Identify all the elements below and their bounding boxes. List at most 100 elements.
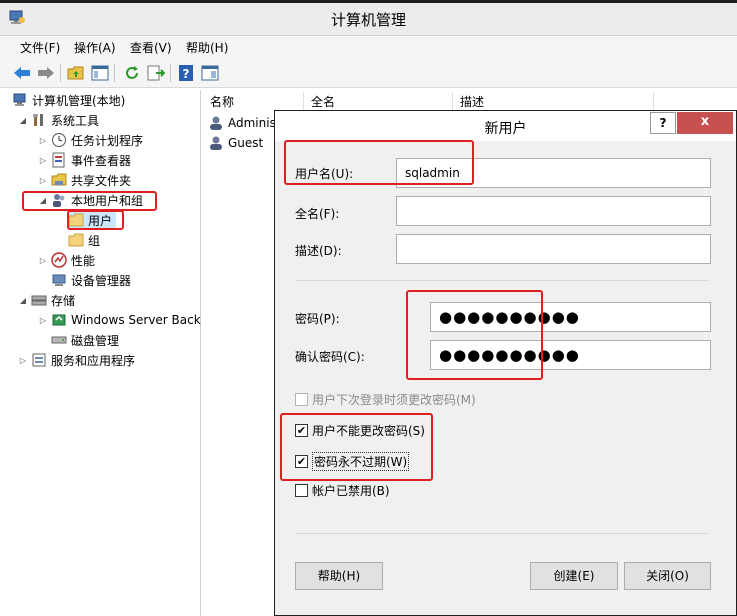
tree-label: 计算机管理(本地)	[32, 93, 126, 108]
tree-label: 设备管理器	[71, 273, 132, 288]
option-account-disabled[interactable]: 帐户已禁用(B)	[295, 482, 390, 499]
column-header-fullname[interactable]: 全名	[305, 92, 453, 112]
window-title-bar: 计算机管理	[0, 0, 737, 36]
up-folder-icon[interactable]	[66, 63, 86, 83]
help-icon[interactable]: ?	[176, 63, 196, 83]
tree-item-system-tools[interactable]: ◢ 系统工具	[18, 110, 99, 130]
close-button[interactable]: 关闭(O)	[624, 562, 711, 590]
users-group-icon	[51, 192, 67, 208]
collapse-arrow-icon[interactable]: ◢	[18, 116, 28, 125]
tree-item-users[interactable]: 用户	[68, 210, 117, 230]
option-cannot-change-password[interactable]: ✔ 用户不能更改密码(S)	[295, 422, 425, 439]
tree-item-local-users-groups[interactable]: ◢ 本地用户和组	[38, 190, 143, 210]
expand-arrow-icon[interactable]: ▷	[38, 316, 48, 325]
clock-icon	[51, 132, 67, 148]
tree-item-task-scheduler[interactable]: ▷ 任务计划程序	[38, 130, 143, 150]
user-icon	[208, 135, 224, 151]
toolbar-separator	[114, 64, 115, 82]
option-password-never-expires[interactable]: ✔ 密码永不过期(W)	[295, 452, 410, 471]
expand-arrow-icon[interactable]: ▷	[38, 136, 48, 145]
backup-icon	[51, 312, 67, 328]
username-input[interactable]: sqladmin	[396, 158, 711, 188]
device-manager-icon	[51, 272, 67, 288]
collapse-arrow-icon[interactable]: ◢	[38, 196, 48, 205]
folder-icon	[68, 212, 84, 228]
forward-icon[interactable]	[36, 63, 56, 83]
list-item-user[interactable]: Guest	[208, 133, 263, 153]
tree-item-windows-server-backup[interactable]: ▷ Windows Server Back	[38, 310, 201, 330]
tree-item-services-apps[interactable]: ▷ 服务和应用程序	[18, 350, 135, 370]
dialog-body: 用户名(U): sqladmin 全名(F): 描述(D): 密码(P): ●●…	[275, 141, 736, 615]
menu-view[interactable]: 查看(V)	[128, 39, 174, 56]
expand-arrow-icon[interactable]: ▷	[38, 156, 48, 165]
menu-file[interactable]: 文件(F)	[18, 39, 62, 56]
password-input[interactable]: ●●●●●●●●●●	[430, 302, 711, 332]
tree-item-disk-management[interactable]: 磁盘管理	[51, 330, 119, 350]
checkbox-checked[interactable]: ✔	[295, 455, 308, 468]
folder-icon	[68, 232, 84, 248]
list-item-label: Administ	[228, 116, 281, 130]
new-user-dialog: 新用户 ? x 用户名(U): sqladmin 全名(F): 描述(D): 密…	[274, 110, 737, 616]
checkbox[interactable]	[295, 484, 308, 497]
checkbox-label: 用户下次登录时须更改密码(M)	[312, 393, 476, 407]
tree-item-shared-folders[interactable]: ▷ 共享文件夹	[38, 170, 131, 190]
checkbox[interactable]	[295, 393, 308, 406]
tree-item-storage[interactable]: ◢ 存储	[18, 290, 75, 310]
dialog-help-button[interactable]: ?	[650, 112, 676, 134]
expand-arrow-icon[interactable]: ▷	[38, 176, 48, 185]
description-label: 描述(D):	[295, 244, 342, 258]
checkbox-label: 用户不能更改密码(S)	[312, 424, 425, 438]
storage-icon	[31, 292, 47, 308]
dialog-title-bar: 新用户 ? x	[275, 111, 736, 141]
show-hide-tree-icon[interactable]	[90, 63, 110, 83]
expand-arrow-icon[interactable]: ▷	[38, 256, 48, 265]
toolbar-separator	[170, 64, 171, 82]
tree-label: 任务计划程序	[71, 133, 144, 148]
properties-icon[interactable]	[200, 63, 220, 83]
navigation-tree: 计算机管理(本地) ◢ 系统工具 ▷ 任务计划程序 ▷ 事件查看器 ▷ 共享文件…	[8, 90, 201, 616]
expand-arrow-icon[interactable]: ▷	[18, 356, 28, 365]
list-item-label: Guest	[228, 136, 264, 150]
checkbox-label: 帐户已禁用(B)	[312, 484, 390, 498]
create-button[interactable]: 创建(E)	[530, 562, 618, 590]
collapse-arrow-icon[interactable]: ◢	[18, 296, 28, 305]
tree-label: 事件查看器	[71, 153, 132, 168]
refresh-icon[interactable]	[122, 63, 142, 83]
tree-label: 系统工具	[51, 113, 100, 128]
toolbar: ?	[0, 58, 737, 88]
list-item-user[interactable]: Administ	[208, 113, 281, 133]
help-button[interactable]: 帮助(H)	[295, 562, 383, 590]
tree-label: 组	[88, 233, 101, 248]
checkbox-checked[interactable]: ✔	[295, 424, 308, 437]
event-viewer-icon	[51, 152, 67, 168]
shared-folder-icon	[51, 172, 67, 188]
tree-item-device-manager[interactable]: 设备管理器	[51, 270, 131, 290]
disk-management-icon	[51, 332, 67, 348]
column-header-name[interactable]: 名称	[204, 92, 304, 112]
tree-label: Windows Server Back	[71, 313, 201, 327]
tree-item-groups[interactable]: 组	[68, 230, 100, 250]
tree-label: 磁盘管理	[71, 333, 120, 348]
fullname-input[interactable]	[396, 196, 711, 226]
checkbox-label: 密码永不过期(W)	[312, 452, 410, 471]
column-header-description[interactable]: 描述	[454, 92, 654, 112]
confirm-password-input[interactable]: ●●●●●●●●●●	[430, 340, 711, 370]
menu-action[interactable]: 操作(A)	[72, 39, 118, 56]
tree-label: 服务和应用程序	[51, 353, 136, 368]
title-bar-edge	[0, 0, 737, 3]
separator	[295, 280, 709, 281]
tree-label: 存储	[51, 293, 76, 308]
tree-label: 共享文件夹	[71, 173, 132, 188]
description-input[interactable]	[396, 234, 711, 264]
tree-item-performance[interactable]: ▷ 性能	[38, 250, 95, 270]
tree-item-computer-management[interactable]: 计算机管理(本地)	[12, 90, 125, 110]
export-list-icon[interactable]	[146, 63, 166, 83]
back-icon[interactable]	[12, 63, 32, 83]
window-title: 计算机管理	[330, 11, 406, 29]
dialog-close-button[interactable]: x	[677, 112, 733, 134]
tree-label: 本地用户和组	[71, 193, 144, 208]
option-change-password-at-logon[interactable]: 用户下次登录时须更改密码(M)	[295, 391, 476, 408]
fullname-label: 全名(F):	[295, 207, 340, 221]
tree-item-event-viewer[interactable]: ▷ 事件查看器	[38, 150, 131, 170]
menu-help[interactable]: 帮助(H)	[184, 39, 230, 56]
